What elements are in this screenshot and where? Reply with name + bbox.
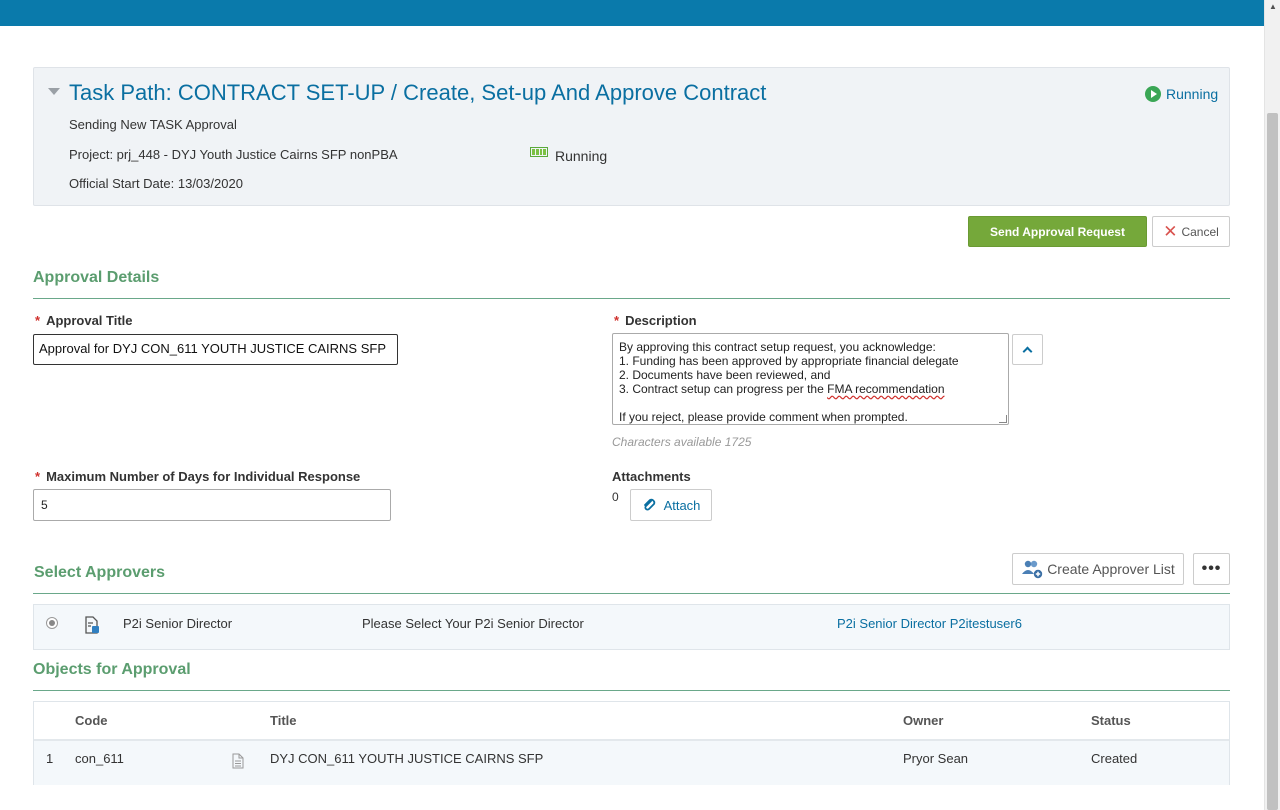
row-index: 1: [46, 751, 54, 766]
description-line: 2. Documents have been reviewed, and: [619, 368, 831, 382]
description-line: If you reject, please provide comment wh…: [619, 410, 908, 424]
status-running-top: Running: [1145, 86, 1218, 102]
table-row[interactable]: 1 con_611 DYJ CON_611 YOUTH JUSTICE CAIR…: [34, 741, 1229, 785]
description-spellcheck-text: FMA recommendation: [827, 382, 945, 396]
characters-available: Characters available 1725: [612, 435, 752, 449]
column-header-code[interactable]: Code: [75, 713, 108, 728]
task-header-panel: Task Path: CONTRACT SET-UP / Create, Set…: [33, 67, 1230, 206]
row-code: con_611: [75, 751, 124, 766]
attachments-label: Attachments: [612, 469, 691, 484]
play-circle-icon: [1145, 86, 1161, 102]
document-icon[interactable]: [232, 753, 244, 769]
status-running-mid: Running: [530, 147, 608, 164]
row-owner-link[interactable]: Pryor Sean: [903, 751, 968, 766]
top-bar: [0, 0, 1264, 26]
close-icon: ✕: [1163, 222, 1178, 241]
description-line: 3. Contract setup can progress per the F…: [619, 382, 1002, 396]
vertical-scrollbar[interactable]: ▲: [1264, 0, 1280, 810]
max-days-label: * Maximum Number of Days for Individual R…: [35, 469, 360, 484]
row-status: Created: [1091, 751, 1138, 766]
description-blank-line: [619, 396, 1002, 410]
attach-button-label: Attach: [663, 497, 701, 513]
description-label: * Description: [614, 313, 697, 328]
column-header-status[interactable]: Status: [1091, 713, 1131, 728]
attach-button[interactable]: Attach: [630, 489, 712, 521]
approver-role-icon: [85, 616, 99, 634]
description-textarea[interactable]: By approving this contract setup request…: [612, 333, 1009, 425]
approver-instruction: Please Select Your P2i Senior Director: [362, 616, 584, 631]
attachments-count: 0: [612, 490, 619, 504]
collapse-description-button[interactable]: [1012, 334, 1043, 365]
cancel-button-label: Cancel: [1181, 224, 1219, 239]
max-days-input[interactable]: 5: [33, 489, 391, 521]
send-approval-request-button[interactable]: Send Approval Request: [968, 216, 1147, 247]
required-asterisk-icon: *: [35, 313, 41, 328]
header-subtitle: Sending New TASK Approval: [69, 117, 237, 132]
chevron-up-icon: [1022, 346, 1033, 356]
scroll-up-arrow-icon[interactable]: ▲: [1268, 2, 1278, 12]
objects-table: Code Title Owner Status 1 con_611 DYJ CO…: [33, 701, 1230, 785]
approver-row[interactable]: P2i Senior Director Please Select Your P…: [33, 604, 1230, 650]
approval-title-input[interactable]: Approval for DYJ CON_611 YOUTH JUSTICE C…: [33, 334, 398, 365]
row-title: DYJ CON_611 YOUTH JUSTICE CAIRNS SFP: [270, 751, 544, 766]
more-options-button[interactable]: •••: [1193, 553, 1230, 585]
objects-divider: [33, 690, 1230, 691]
required-asterisk-icon: *: [35, 469, 41, 484]
progress-battery-icon: [530, 147, 548, 157]
task-path-title: Task Path: CONTRACT SET-UP / Create, Set…: [69, 80, 767, 105]
approval-title-label-text: Approval Title: [46, 313, 133, 328]
approval-details-divider: [33, 298, 1230, 299]
cancel-button[interactable]: ✕ Cancel: [1152, 216, 1230, 247]
status-running-mid-label: Running: [555, 148, 608, 164]
approver-assignee-link[interactable]: P2i Senior Director P2itestuser6: [837, 616, 1022, 631]
status-running-top-label: Running: [1166, 86, 1219, 102]
add-users-icon: [1022, 560, 1043, 579]
approver-role: P2i Senior Director: [123, 616, 233, 631]
description-line-text: 3. Contract setup can progress per the: [619, 382, 828, 396]
approval-title-label: * Approval Title: [35, 313, 133, 328]
column-header-owner[interactable]: Owner: [903, 713, 943, 728]
resize-handle-icon[interactable]: [999, 415, 1007, 423]
header-start-date: Official Start Date: 13/03/2020: [69, 176, 243, 191]
description-line: By approving this contract setup request…: [619, 340, 936, 354]
required-asterisk-icon: *: [614, 313, 620, 328]
create-approver-list-button[interactable]: Create Approver List: [1012, 553, 1184, 585]
scroll-thumb[interactable]: [1267, 113, 1278, 810]
create-approver-list-label: Create Approver List: [1047, 561, 1175, 577]
column-header-title[interactable]: Title: [270, 713, 297, 728]
header-project: Project: prj_448 - DYJ Youth Justice Cai…: [69, 147, 398, 162]
paperclip-icon: [643, 498, 655, 511]
max-days-label-text: Maximum Number of Days for Individual Re…: [46, 469, 361, 484]
description-label-text: Description: [625, 313, 697, 328]
description-line: 1. Funding has been approved by appropri…: [619, 354, 959, 368]
select-approvers-divider: [33, 593, 1230, 594]
objects-for-approval-heading: Objects for Approval: [33, 661, 191, 678]
select-approvers-heading: Select Approvers: [34, 564, 166, 581]
collapse-triangle-icon[interactable]: [48, 88, 60, 95]
approver-radio[interactable]: [46, 617, 58, 629]
approval-details-heading: Approval Details: [33, 269, 160, 286]
